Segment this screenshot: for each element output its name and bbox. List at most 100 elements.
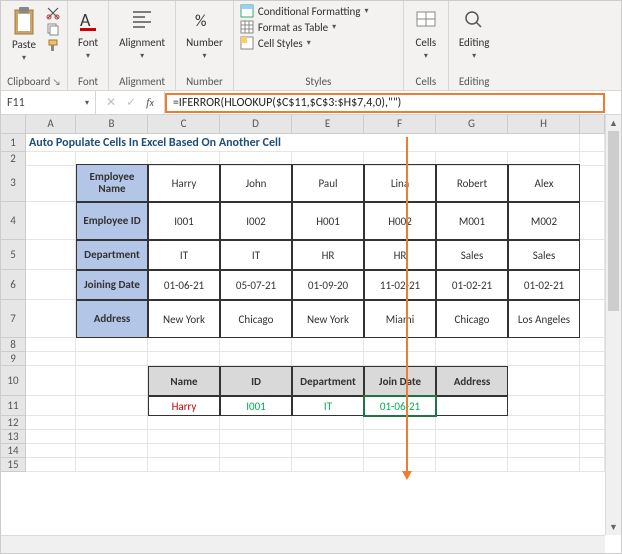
- table-header[interactable]: Employee Name: [76, 164, 148, 202]
- table-cell[interactable]: Los Angeles: [508, 300, 580, 338]
- table-cell[interactable]: M002: [508, 202, 580, 240]
- table-cell[interactable]: 01-09-20: [292, 270, 364, 300]
- row-header[interactable]: 10: [1, 366, 26, 396]
- table-cell[interactable]: 01-02-21: [508, 270, 580, 300]
- table-header[interactable]: Department: [76, 240, 148, 270]
- selected-cell[interactable]: 01-06-21: [364, 396, 436, 416]
- align-icon: [130, 6, 154, 34]
- fx-icon[interactable]: fx: [146, 95, 154, 110]
- result-header[interactable]: Name: [148, 366, 220, 396]
- formula-input[interactable]: =IFERROR(HLOOKUP($C$11,$C$3:$H$7,4,0),""…: [165, 91, 621, 114]
- row-header[interactable]: 8: [1, 338, 26, 352]
- format-painter-button[interactable]: [45, 38, 61, 52]
- table-cell[interactable]: HR: [292, 240, 364, 270]
- table-header[interactable]: Joining Date: [76, 270, 148, 300]
- select-all-button[interactable]: [1, 115, 26, 133]
- table-cell[interactable]: I002: [220, 202, 292, 240]
- format-as-table-button[interactable]: Format as Table▾: [240, 20, 369, 34]
- col-header[interactable]: H: [508, 115, 580, 133]
- row-header[interactable]: 15: [1, 458, 26, 472]
- table-cell[interactable]: Robert: [436, 164, 508, 202]
- font-button[interactable]: A Font ▾: [74, 4, 102, 63]
- dialog-launcher-icon[interactable]: ↘: [53, 77, 61, 88]
- table-cell[interactable]: Miami: [364, 300, 436, 338]
- table-cell[interactable]: Harry: [148, 164, 220, 202]
- row-header[interactable]: 14: [1, 444, 26, 458]
- conditional-formatting-button[interactable]: Conditional Formatting▾: [240, 4, 369, 18]
- table-cell[interactable]: M001: [436, 202, 508, 240]
- scroll-up-icon[interactable]: ▲: [606, 115, 621, 131]
- result-header[interactable]: Department: [292, 366, 364, 396]
- cells-button[interactable]: Cells ▾: [410, 4, 442, 63]
- result-header[interactable]: ID: [220, 366, 292, 396]
- row-header[interactable]: 6: [1, 270, 26, 300]
- table-cell[interactable]: 01-02-21: [436, 270, 508, 300]
- row-header[interactable]: 1: [1, 134, 26, 152]
- row-header[interactable]: 12: [1, 416, 26, 430]
- table-cell[interactable]: New York: [292, 300, 364, 338]
- table-cell[interactable]: 05-07-21: [220, 270, 292, 300]
- result-cell[interactable]: [436, 396, 508, 416]
- table-cell[interactable]: H002: [364, 202, 436, 240]
- horizontal-scrollbar[interactable]: [1, 535, 605, 553]
- result-cell[interactable]: IT: [292, 396, 364, 416]
- col-header[interactable]: G: [436, 115, 508, 133]
- result-header[interactable]: Join Date: [364, 366, 436, 396]
- col-header[interactable]: E: [292, 115, 364, 133]
- table-cell[interactable]: Chicago: [220, 300, 292, 338]
- col-header[interactable]: A: [26, 115, 76, 133]
- editing-button[interactable]: Editing ▾: [455, 4, 494, 63]
- row-header[interactable]: 13: [1, 430, 26, 444]
- paste-button[interactable]: Paste ▾: [7, 4, 41, 65]
- table-cell[interactable]: H001: [292, 202, 364, 240]
- table-cell[interactable]: John: [220, 164, 292, 202]
- col-header[interactable]: C: [148, 115, 220, 133]
- ribbon-group-styles: Conditional Formatting▾ Format as Table▾…: [234, 1, 404, 90]
- table-cell[interactable]: Sales: [436, 240, 508, 270]
- row-header[interactable]: 9: [1, 352, 26, 366]
- sheet-title[interactable]: Auto Populate Cells In Excel Based On An…: [26, 134, 580, 152]
- table-cell[interactable]: 01-06-21: [148, 270, 220, 300]
- ribbon-group-editing: Editing ▾ Editing: [449, 1, 500, 90]
- col-header[interactable]: D: [220, 115, 292, 133]
- alignment-label: Alignment: [119, 36, 165, 49]
- enter-icon[interactable]: ✓: [126, 95, 136, 110]
- table-cell[interactable]: Paul: [292, 164, 364, 202]
- name-box[interactable]: F11 ▾: [1, 91, 96, 114]
- cancel-icon[interactable]: ✕: [106, 95, 116, 110]
- col-header[interactable]: F: [364, 115, 436, 133]
- table-cell[interactable]: HR: [364, 240, 436, 270]
- scroll-thumb[interactable]: [608, 131, 619, 311]
- scroll-down-icon[interactable]: ▼: [606, 519, 621, 535]
- cell-styles-button[interactable]: Cell Styles▾: [240, 36, 369, 50]
- table-cell[interactable]: Lina: [364, 164, 436, 202]
- cut-button[interactable]: [45, 6, 61, 20]
- row-header[interactable]: 3: [1, 164, 26, 202]
- table-cell[interactable]: Sales: [508, 240, 580, 270]
- alignment-button[interactable]: Alignment ▾: [115, 4, 169, 63]
- result-cell[interactable]: Harry: [148, 396, 220, 416]
- row-header[interactable]: 7: [1, 300, 26, 338]
- table-cell[interactable]: 11-02-21: [364, 270, 436, 300]
- table-header[interactable]: Address: [76, 300, 148, 338]
- copy-button[interactable]: [45, 22, 61, 36]
- row-header[interactable]: 5: [1, 240, 26, 270]
- table-cell[interactable]: I001: [148, 202, 220, 240]
- row-header[interactable]: 11: [1, 396, 26, 416]
- table-cell[interactable]: Alex: [508, 164, 580, 202]
- row-header[interactable]: 4: [1, 202, 26, 240]
- col-header[interactable]: [580, 115, 605, 133]
- table-cell[interactable]: IT: [148, 240, 220, 270]
- result-cell[interactable]: I001: [220, 396, 292, 416]
- result-header[interactable]: Address: [436, 366, 508, 396]
- col-header[interactable]: B: [76, 115, 148, 133]
- worksheet[interactable]: A B C D E F G H 1 Auto Populate Cells In…: [1, 115, 621, 472]
- excel-window: Paste ▾ Clipboard ↘ A Font ▾ Font: [0, 0, 622, 554]
- table-header[interactable]: Employee ID: [76, 202, 148, 240]
- chevron-down-icon: ▾: [424, 51, 428, 61]
- table-cell[interactable]: New York: [148, 300, 220, 338]
- table-cell[interactable]: IT: [220, 240, 292, 270]
- vertical-scrollbar[interactable]: ▲ ▼: [605, 115, 621, 535]
- number-button[interactable]: % Number ▾: [182, 4, 227, 63]
- table-cell[interactable]: Chicago: [436, 300, 508, 338]
